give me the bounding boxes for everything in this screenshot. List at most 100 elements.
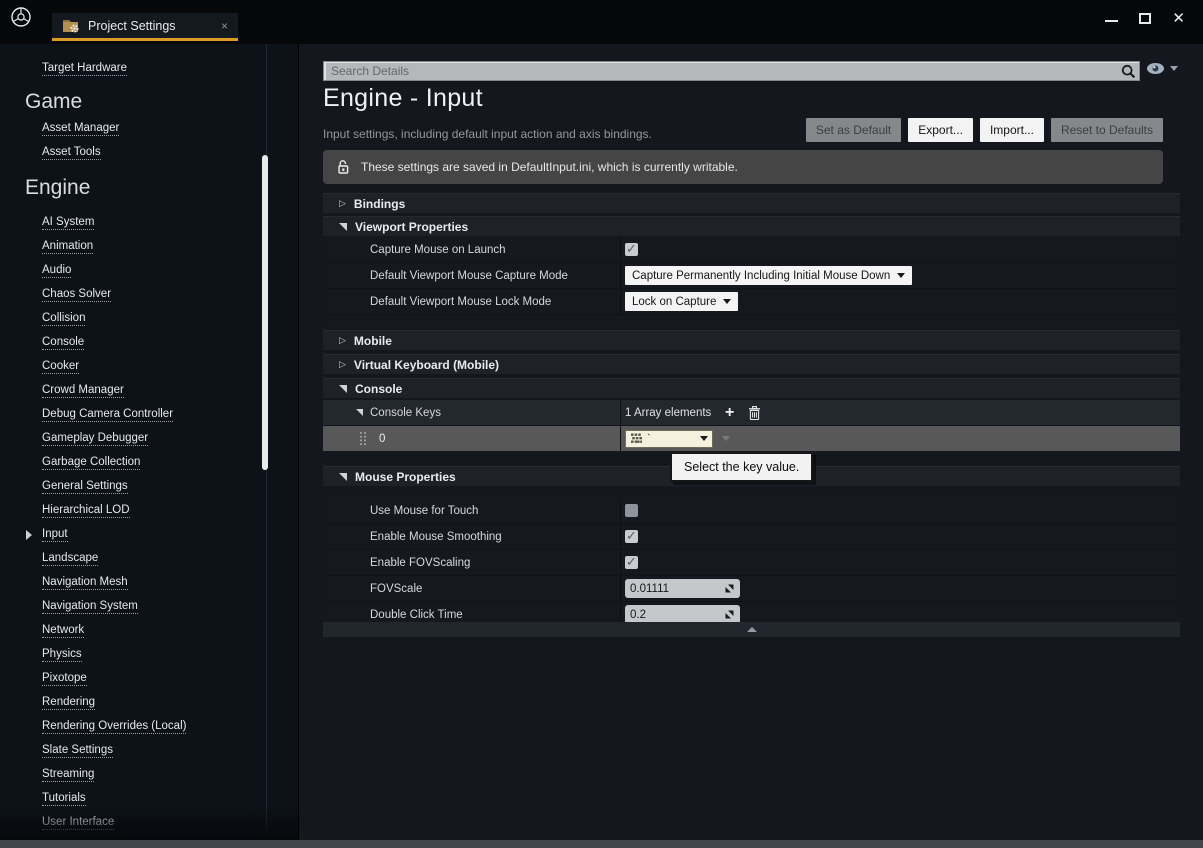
add-element-icon[interactable]: + (725, 405, 734, 421)
sidebar-scrollbar-thumb[interactable] (262, 155, 268, 470)
column-divider[interactable] (620, 237, 621, 262)
element-index: 0 (379, 433, 385, 445)
sidebar-item[interactable]: Hierarchical LOD (0, 499, 264, 523)
section-header-console[interactable]: Console (323, 378, 1180, 398)
maximize-icon[interactable] (1139, 13, 1151, 24)
reset-to-defaults-button[interactable]: Reset to Defaults (1051, 118, 1163, 142)
sidebar-item[interactable]: Debug Camera Controller (0, 403, 264, 427)
folder-gear-icon (62, 18, 80, 33)
section-header-bindings[interactable]: ▷ Bindings (323, 193, 1180, 213)
keyboard-icon (630, 433, 643, 444)
set-as-default-button[interactable]: Set as Default (806, 118, 901, 142)
section-header-virtual-keyboard[interactable]: ▷ Virtual Keyboard (Mobile) (323, 354, 1180, 374)
window-bottom-edge (0, 840, 1203, 848)
sidebar-item[interactable]: Asset Tools (0, 141, 264, 165)
column-divider[interactable] (620, 289, 621, 314)
column-divider[interactable] (620, 426, 621, 451)
sidebar-item[interactable]: Animation (0, 235, 264, 259)
column-divider[interactable] (620, 524, 621, 549)
sidebar-item[interactable]: AI System (0, 211, 264, 235)
mouse-lock-mode-dropdown[interactable]: Lock on Capture (625, 292, 738, 311)
sidebar-header-engine: Engine (0, 173, 264, 203)
sidebar-item[interactable]: Collision (0, 307, 264, 331)
fovscale-input[interactable]: 0.01111 (625, 579, 740, 598)
trash-icon[interactable] (748, 406, 761, 420)
import-button[interactable]: Import... (980, 118, 1044, 142)
sidebar-content: Target Hardware Game Asset Manager Asset… (0, 44, 264, 840)
section-header-viewport-properties[interactable]: Viewport Properties (323, 216, 1180, 236)
section-collapse-bar[interactable] (323, 622, 1180, 637)
sidebar-item[interactable]: Target Hardware (0, 57, 264, 81)
console-key-element-row[interactable]: 0 ` (323, 426, 1180, 452)
eye-icon[interactable] (1146, 62, 1165, 75)
sidebar-item[interactable]: Gameplay Debugger (0, 427, 264, 451)
sidebar-item[interactable]: Rendering (0, 691, 264, 715)
sidebar-item[interactable]: Navigation Mesh (0, 571, 264, 595)
minimize-icon[interactable] (1105, 20, 1118, 22)
sidebar-item[interactable]: Console (0, 331, 264, 355)
view-options (1146, 62, 1178, 75)
mouse-properties-rows: Use Mouse for Touch Enable Mouse Smoothi… (323, 498, 1180, 628)
lock-icon (337, 159, 350, 175)
key-select-dropdown[interactable]: ` (625, 430, 713, 448)
sidebar-item[interactable]: Pixotope (0, 667, 264, 691)
sidebar-item[interactable]: Garbage Collection (0, 451, 264, 475)
page-subtitle: Input settings, including default input … (323, 127, 652, 141)
expanded-arrow-icon (339, 223, 347, 231)
sidebar-item[interactable]: Physics (0, 643, 264, 667)
tab-project-settings[interactable]: Project Settings × (52, 13, 238, 41)
sidebar-item[interactable]: User Interface (0, 811, 264, 835)
capture-mouse-checkbox[interactable] (625, 243, 638, 256)
sidebar-item[interactable]: Network (0, 619, 264, 643)
export-button[interactable]: Export... (908, 118, 973, 142)
chevron-down-icon[interactable] (1170, 66, 1178, 71)
details-panel: Engine - Input Input settings, including… (299, 44, 1203, 840)
page-title: Engine - Input (323, 84, 483, 113)
column-divider[interactable] (620, 576, 621, 601)
search-bar (323, 61, 1140, 81)
selected-arrow-icon (26, 530, 32, 540)
sidebar-item[interactable]: Asset Manager (0, 117, 264, 141)
value-drag-icon[interactable] (724, 583, 735, 594)
sidebar-item[interactable]: Landscape (0, 547, 264, 571)
enable-fovscaling-checkbox[interactable] (625, 556, 638, 569)
use-mouse-for-touch-checkbox[interactable] (625, 504, 638, 517)
sidebar-item[interactable]: General Settings (0, 475, 264, 499)
column-divider[interactable] (620, 550, 621, 575)
column-divider[interactable] (620, 400, 621, 425)
collapsed-arrow-icon: ▷ (339, 360, 346, 369)
sidebar-item[interactable]: Input (0, 523, 264, 547)
mouse-capture-mode-dropdown[interactable]: Capture Permanently Including Initial Mo… (625, 266, 912, 285)
sidebar-item[interactable]: Crowd Manager (0, 379, 264, 403)
drag-handle[interactable] (359, 431, 367, 446)
column-divider[interactable] (620, 498, 621, 523)
property-row-mouse-capture-mode: Default Viewport Mouse Capture Mode Capt… (323, 263, 1180, 289)
property-row-capture-mouse-on-launch: Capture Mouse on Launch (323, 237, 1180, 263)
tab-close-icon[interactable]: × (221, 20, 228, 32)
sidebar-game-list: Asset Manager Asset Tools (0, 117, 264, 165)
chevron-down-icon (897, 273, 905, 278)
expanded-arrow-icon[interactable] (356, 409, 363, 416)
array-elements-count: 1 Array elements (625, 407, 725, 419)
sidebar-item[interactable]: Rendering Overrides (Local) (0, 715, 264, 739)
search-input[interactable] (324, 64, 1121, 78)
notice-text: These settings are saved in DefaultInput… (361, 160, 738, 174)
section-header-mobile[interactable]: ▷ Mobile (323, 330, 1180, 350)
close-icon[interactable]: ✕ (1172, 11, 1185, 26)
sidebar-item[interactable]: Cooker (0, 355, 264, 379)
sidebar-item[interactable]: Streaming (0, 763, 264, 787)
column-divider[interactable] (620, 263, 621, 288)
value-drag-icon[interactable] (724, 609, 735, 620)
chevron-down-icon (723, 299, 731, 304)
sidebar-item[interactable]: Audio (0, 259, 264, 283)
sidebar-item[interactable]: Slate Settings (0, 739, 264, 763)
property-row-use-mouse-for-touch: Use Mouse for Touch (323, 498, 1180, 524)
sidebar-top-list: Target Hardware (0, 57, 264, 81)
sidebar-engine-list: AI System Animation Audio Chaos Solver (0, 211, 264, 835)
element-options-chevron-icon[interactable] (722, 436, 730, 441)
sidebar-item[interactable]: Tutorials (0, 787, 264, 811)
console-keys-row: Console Keys 1 Array elements + (323, 400, 1180, 426)
sidebar-item[interactable]: Navigation System (0, 595, 264, 619)
enable-mouse-smoothing-checkbox[interactable] (625, 530, 638, 543)
sidebar-item[interactable]: Chaos Solver (0, 283, 264, 307)
